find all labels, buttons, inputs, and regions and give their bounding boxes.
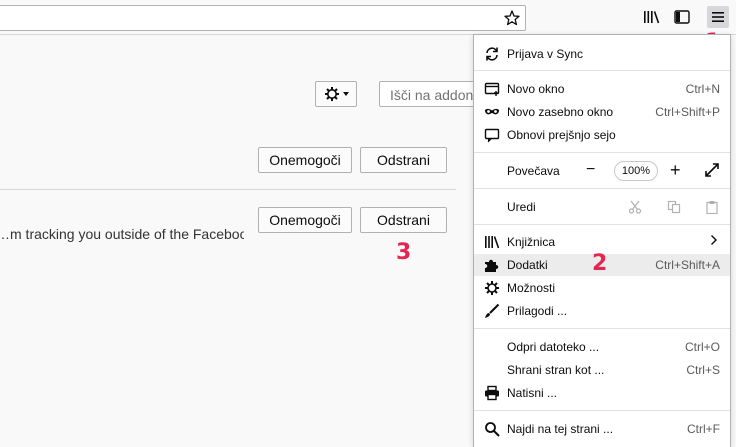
menu-item-restore-session[interactable]: Obnovi prejšnjo sejo (474, 124, 730, 146)
sidebar-icon[interactable] (671, 7, 693, 27)
addon2-remove-button[interactable]: Odstrani (360, 207, 447, 233)
menu-label: Povečava (507, 164, 560, 178)
paste-icon[interactable] (705, 200, 719, 217)
addon2-description: …m tracking you outside of the Facebook … (0, 226, 244, 242)
menu-label: Knjižnica (507, 235, 556, 249)
menu-shortcut: Ctrl+F (687, 422, 720, 436)
zoom-in-button[interactable]: + (670, 160, 681, 181)
menu-item-edit: Uredi (474, 196, 730, 218)
menu-label: Najdi na tej strani ... (507, 422, 614, 436)
library-icon[interactable] (641, 7, 663, 27)
restore-session-icon (484, 127, 500, 143)
paintbrush-icon (484, 303, 500, 319)
new-window-icon (484, 81, 500, 97)
menu-separator (474, 224, 730, 225)
menu-label: Shrani stran kot ... (507, 363, 605, 377)
printer-icon (484, 385, 500, 401)
addon1-disable-button[interactable]: Onemogoči (258, 147, 352, 173)
private-mask-icon (484, 104, 500, 120)
gear-icon (484, 280, 500, 296)
menu-label: Odpri datoteko ... (507, 340, 600, 354)
tools-gear-button[interactable] (315, 81, 357, 107)
url-bar[interactable] (0, 5, 526, 31)
menu-shortcut: Ctrl+Shift+A (655, 258, 720, 272)
browser-toolbar (0, 0, 736, 35)
menu-label: Prijava v Sync (507, 47, 584, 61)
menu-item-sync[interactable]: Prijava v Sync (474, 43, 730, 65)
cut-icon[interactable] (628, 200, 642, 217)
hamburger-icon (712, 12, 724, 22)
puzzle-icon (484, 257, 500, 273)
hamburger-menu-button[interactable] (707, 6, 729, 28)
menu-shortcut: Ctrl+Shift+P (655, 105, 720, 119)
menu-label: Prilagodi ... (507, 304, 568, 318)
menu-item-options[interactable]: Možnosti (474, 277, 730, 299)
menu-item-open-file[interactable]: Odpri datoteko ... Ctrl+O (474, 336, 730, 358)
menu-separator (474, 152, 730, 153)
bookmark-star-icon[interactable] (503, 9, 521, 27)
menu-label: Novo zasebno okno (507, 105, 614, 119)
sync-icon (484, 46, 500, 62)
menu-shortcut: Ctrl+O (684, 340, 720, 354)
fullscreen-icon[interactable] (705, 163, 719, 180)
menu-label: Obnovi prejšnjo sejo (507, 128, 616, 142)
chevron-right-icon (710, 234, 718, 249)
annotation-step-3: 3 (396, 240, 412, 265)
zoom-out-button[interactable]: − (586, 161, 595, 179)
menu-item-private-window[interactable]: Novo zasebno okno Ctrl+Shift+P (474, 101, 730, 123)
menu-item-new-window[interactable]: Novo okno Ctrl+N (474, 78, 730, 100)
menu-separator (474, 70, 730, 71)
menu-label: Natisni ... (507, 386, 558, 400)
dropdown-arrow-icon (342, 92, 349, 96)
menu-shortcut: Ctrl+S (686, 363, 720, 377)
menu-label: Uredi (507, 200, 536, 214)
menu-separator (474, 188, 730, 189)
app-menu-panel: Prijava v Sync Novo okno Ctrl+N Novo zas… (473, 34, 731, 447)
library-icon (484, 234, 500, 250)
menu-label: Dodatki (507, 258, 548, 272)
menu-item-print[interactable]: Natisni ... (474, 382, 730, 404)
search-icon (484, 421, 500, 437)
menu-separator (474, 410, 730, 411)
addon1-remove-button[interactable]: Odstrani (360, 147, 447, 173)
menu-item-zoom: Povečava − 100% + (474, 160, 730, 182)
zoom-reset-button[interactable]: 100% (614, 161, 658, 181)
menu-item-customize[interactable]: Prilagodi ... (474, 300, 730, 322)
copy-icon[interactable] (667, 200, 681, 217)
addon-divider (0, 189, 456, 190)
menu-item-library[interactable]: Knjižnica (474, 231, 730, 253)
addon2-disable-button[interactable]: Onemogoči (258, 207, 352, 233)
annotation-step-2: 2 (592, 251, 608, 276)
menu-label: Možnosti (507, 281, 556, 295)
menu-separator (474, 328, 730, 329)
menu-label: Novo okno (507, 82, 565, 96)
menu-item-save-page[interactable]: Shrani stran kot ... Ctrl+S (474, 359, 730, 381)
gear-icon (324, 87, 339, 101)
menu-item-find[interactable]: Najdi na tej strani ... Ctrl+F (474, 418, 730, 440)
menu-shortcut: Ctrl+N (685, 82, 720, 96)
